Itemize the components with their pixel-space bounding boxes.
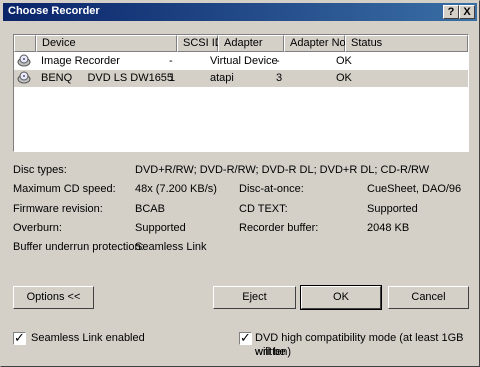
firmware-value: BCAB <box>135 203 165 215</box>
overburn-value: Supported <box>135 222 186 234</box>
dao-label: Disc-at-once: <box>239 183 304 195</box>
device-name: Image Recorder <box>41 55 120 67</box>
overburn-label: Overburn: <box>13 222 62 234</box>
recorder-list[interactable]: Device SCSI ID Adapter Adapter No. Statu… <box>13 34 469 152</box>
underrun-value: Seamless Link <box>135 241 207 253</box>
column-header-icon[interactable] <box>14 35 36 52</box>
cdtext-label: CD TEXT: <box>239 203 288 215</box>
ok-button[interactable]: OK <box>300 285 382 310</box>
underrun-label: Buffer underrun protection: <box>13 241 144 253</box>
list-header: Device SCSI ID Adapter Adapter No. Statu… <box>14 35 468 52</box>
title-bar[interactable]: Choose Recorder ? X <box>3 3 477 21</box>
column-header-adapter[interactable]: Adapter <box>218 35 284 52</box>
disc-types-value: DVD+R/RW; DVD-R/RW; DVD-R DL; DVD+R DL; … <box>135 164 430 176</box>
close-button[interactable]: X <box>459 5 475 19</box>
scsi-id: 1 <box>169 72 176 84</box>
device-name: BENQ DVD LS DW1655 <box>41 72 174 84</box>
scsi-id: - <box>169 55 173 67</box>
dao-value: CueSheet, DAO/96 <box>367 183 462 195</box>
image-recorder-icon <box>17 54 31 67</box>
cdtext-value: Supported <box>367 203 418 215</box>
adapter: atapi <box>210 72 234 84</box>
options-button[interactable]: Options << <box>13 286 94 309</box>
firmware-label: Firmware revision: <box>13 203 103 215</box>
list-item[interactable]: Image Recorder - Virtual Device - OK <box>14 53 468 70</box>
adapter-no: - <box>276 55 280 67</box>
dvd-compat-checkbox[interactable]: ✓ <box>239 330 252 345</box>
dialog-title: Choose Recorder <box>8 5 100 17</box>
seamless-link-label[interactable]: Seamless Link enabled <box>31 331 145 345</box>
column-header-device[interactable]: Device <box>36 35 177 52</box>
check-mark-icon: ✓ <box>240 330 251 345</box>
column-header-adapter-no[interactable]: Adapter No. <box>284 35 349 52</box>
seamless-link-checkbox[interactable]: ✓ <box>13 330 26 345</box>
list-item[interactable]: BENQ DVD LS DW1655 1 atapi 3 OK <box>14 70 468 87</box>
column-header-status[interactable]: Status <box>345 35 468 52</box>
status: OK <box>336 72 352 84</box>
cancel-button[interactable]: Cancel <box>388 286 469 309</box>
check-mark-icon: ✓ <box>14 330 25 345</box>
disc-types-label: Disc types: <box>13 164 67 176</box>
eject-button[interactable]: Eject <box>213 286 296 309</box>
adapter-no: 3 <box>276 72 283 84</box>
column-header-scsi-id[interactable]: SCSI ID <box>177 35 223 52</box>
buffer-label: Recorder buffer: <box>239 222 319 234</box>
adapter: Virtual Device <box>210 55 278 67</box>
buffer-value: 2048 KB <box>367 222 410 234</box>
help-button[interactable]: ? <box>443 5 459 19</box>
max-speed-value: 48x (7.200 KB/s) <box>135 183 217 195</box>
status: OK <box>336 55 352 67</box>
max-speed-label: Maximum CD speed: <box>13 183 116 195</box>
optical-drive-icon <box>17 71 31 84</box>
choose-recorder-dialog: Choose Recorder ? X Device SCSI ID Adapt… <box>0 0 480 367</box>
dvd-compat-label-line2[interactable]: written) <box>255 345 291 359</box>
